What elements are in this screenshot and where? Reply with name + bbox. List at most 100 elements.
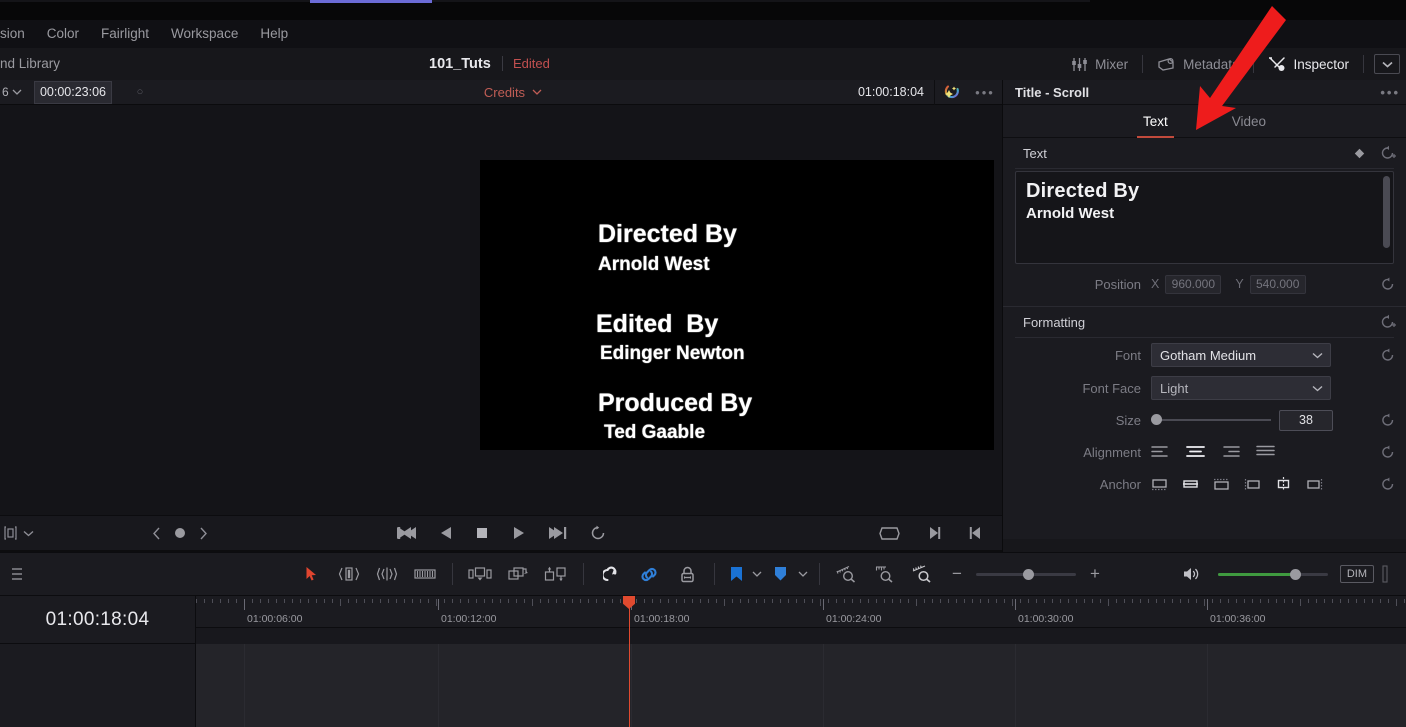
zoom-out-button[interactable]: − <box>952 564 962 584</box>
menu-fusion[interactable]: sion <box>0 20 36 48</box>
anchor-center-icon[interactable] <box>1275 477 1292 491</box>
dynamic-trim-tool[interactable] <box>368 552 406 596</box>
resolution-selector[interactable]: 6 <box>0 85 30 99</box>
audio-volume-slider[interactable] <box>1217 568 1328 580</box>
timeline-playhead[interactable] <box>629 596 630 727</box>
reset-add-icon[interactable] <box>1381 314 1398 330</box>
marker-dropdown[interactable] <box>795 571 811 577</box>
ruler-tick <box>836 599 837 603</box>
tab-video[interactable]: Video <box>1226 105 1272 138</box>
panel-dropdown-button[interactable] <box>1374 54 1400 74</box>
ruler-tick <box>596 599 597 603</box>
text-editor-scrollbar[interactable] <box>1383 176 1390 248</box>
viewer-options-button[interactable]: ••• <box>968 80 1002 105</box>
jump-to-start-button[interactable] <box>396 526 416 540</box>
position-lock-toggle[interactable] <box>668 552 706 596</box>
font-reset-button[interactable] <box>1381 348 1396 362</box>
resolution-label: 6 <box>2 85 9 99</box>
size-value-field[interactable]: 38 <box>1279 409 1333 431</box>
flag-button[interactable] <box>723 552 749 596</box>
size-reset-button[interactable] <box>1381 413 1396 427</box>
viewer-current-timecode[interactable]: 01:00:18:04 <box>858 85 934 99</box>
overwrite-clip-button[interactable] <box>499 552 537 596</box>
viewer-in-timecode[interactable]: 00:00:23:06 <box>34 80 112 104</box>
snapping-toggle[interactable] <box>592 552 630 596</box>
menu-color[interactable]: Color <box>36 20 90 48</box>
zoom-detail[interactable] <box>866 552 904 596</box>
zoom-slider[interactable] <box>975 568 1076 580</box>
audio-volume-knob[interactable] <box>1289 568 1301 580</box>
tab-text[interactable]: Text <box>1136 105 1174 138</box>
play-reverse-button[interactable] <box>439 526 452 540</box>
ruler-tick <box>692 599 693 603</box>
inspector-button[interactable]: Inspector <box>1254 48 1363 80</box>
dim-button[interactable]: DIM <box>1339 565 1374 583</box>
ruler-tick <box>452 599 453 603</box>
video-canvas[interactable]: Directed By Arnold West Edited By Edinge… <box>480 160 994 450</box>
anchor-reset-button[interactable] <box>1381 477 1396 491</box>
credit-line: Edinger Newton <box>600 343 745 364</box>
position-reset-button[interactable] <box>1381 277 1396 291</box>
text-content-editor[interactable]: Directed By Arnold West <box>1015 171 1394 264</box>
align-right-icon[interactable] <box>1221 445 1240 459</box>
position-y-field[interactable]: 540.000 <box>1249 274 1306 294</box>
menu-help[interactable]: Help <box>249 20 299 48</box>
timeline-ruler[interactable]: 01:00:06:00 01:00:12:00 01:00:18:00 01:00:2… <box>196 596 1406 628</box>
font-select[interactable]: Gotham Medium <box>1151 343 1331 367</box>
enhance-button[interactable] <box>934 79 968 105</box>
prev-edit-icon[interactable] <box>969 526 982 540</box>
zoom-full-extent[interactable] <box>828 552 866 596</box>
anchor-top-icon[interactable] <box>1151 478 1168 491</box>
trim-edit-tool[interactable] <box>330 552 368 596</box>
size-slider[interactable] <box>1151 414 1271 425</box>
track-lane-area[interactable] <box>196 644 1406 727</box>
marker-button[interactable] <box>765 552 795 596</box>
viewer-clip-name-dropdown[interactable]: Credits <box>168 85 858 100</box>
keyframe-diamond-icon[interactable] <box>1354 148 1365 159</box>
align-justify-icon[interactable] <box>1256 445 1275 459</box>
reset-add-icon[interactable] <box>1381 145 1398 161</box>
size-slider-knob[interactable] <box>1151 414 1162 425</box>
sound-library-label[interactable]: nd Library <box>0 48 60 80</box>
inspector-options-button[interactable]: ••• <box>1380 85 1400 100</box>
track-grid-line <box>1015 644 1016 727</box>
razor-tool[interactable] <box>406 552 444 596</box>
flag-dropdown[interactable] <box>749 571 765 577</box>
anchor-bottom-icon[interactable] <box>1213 478 1230 491</box>
anchor-left-icon[interactable] <box>1244 478 1261 491</box>
mixer-button[interactable]: Mixer <box>1057 48 1142 80</box>
zoom-custom[interactable] <box>904 552 942 596</box>
timeline-timecode-display[interactable]: 01:00:18:04 <box>0 596 196 644</box>
linked-selection-toggle[interactable] <box>630 552 668 596</box>
ruler-tick <box>772 599 773 603</box>
align-left-icon[interactable] <box>1151 445 1170 459</box>
selection-tool[interactable] <box>292 552 330 596</box>
ruler-tick <box>300 599 301 603</box>
speaker-icon[interactable] <box>1178 552 1206 596</box>
anchor-right-icon[interactable] <box>1306 478 1323 491</box>
metadata-button[interactable]: Metadata <box>1143 48 1253 80</box>
toolbar-edge-icon[interactable] <box>4 552 30 596</box>
align-center-icon[interactable] <box>1186 445 1205 459</box>
insert-clip-button[interactable] <box>461 552 499 596</box>
replace-clip-button[interactable] <box>537 552 575 596</box>
menu-workspace[interactable]: Workspace <box>160 20 249 48</box>
play-button[interactable] <box>512 526 525 540</box>
scrubber-playhead[interactable] <box>0 490 1002 515</box>
alignment-reset-button[interactable] <box>1381 445 1396 459</box>
loop-button[interactable] <box>590 525 606 541</box>
menu-fairlight[interactable]: Fairlight <box>90 20 160 48</box>
position-x-field[interactable]: 960.000 <box>1165 274 1222 294</box>
ruler-tick <box>444 599 445 603</box>
fontface-select[interactable]: Light <box>1151 376 1331 400</box>
audio-control-group: DIM <box>1178 552 1396 596</box>
ruler-tick <box>1036 599 1037 603</box>
fit-screen-icon[interactable] <box>879 526 900 541</box>
next-edit-icon[interactable] <box>928 526 941 540</box>
anchor-middle-icon[interactable] <box>1182 478 1199 491</box>
stop-button[interactable] <box>475 526 489 540</box>
jump-to-end-button[interactable] <box>548 526 567 540</box>
zoom-slider-knob[interactable] <box>1022 568 1034 580</box>
zoom-in-button[interactable]: + <box>1090 564 1100 584</box>
ruler-tick <box>220 599 221 603</box>
